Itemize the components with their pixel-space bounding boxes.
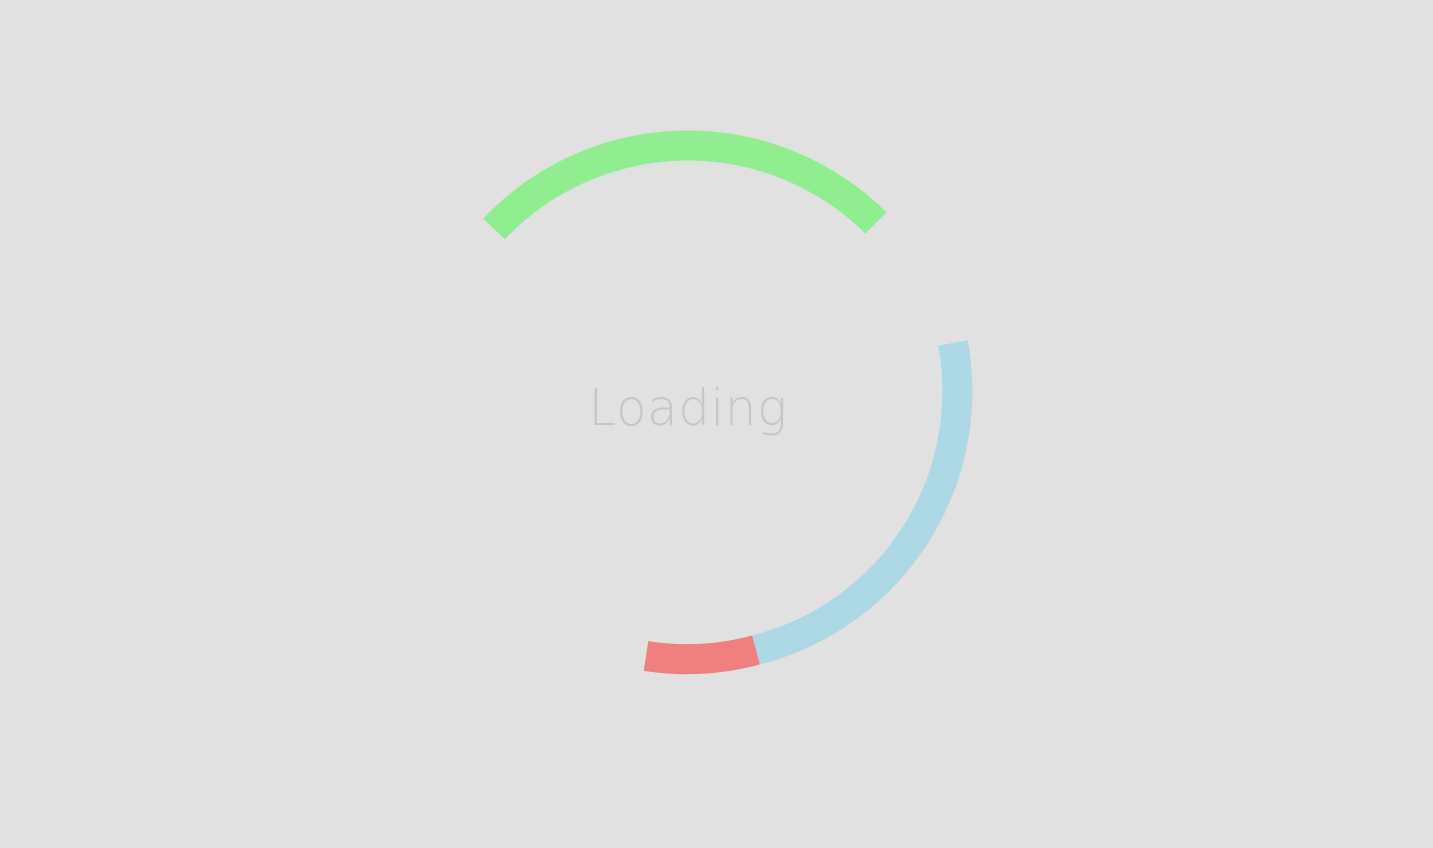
loading-label: Loading (588, 379, 788, 437)
spinner-arc-green (483, 130, 887, 240)
spinner-arc-red (643, 635, 760, 675)
loading-screen: Loading (0, 0, 1433, 848)
